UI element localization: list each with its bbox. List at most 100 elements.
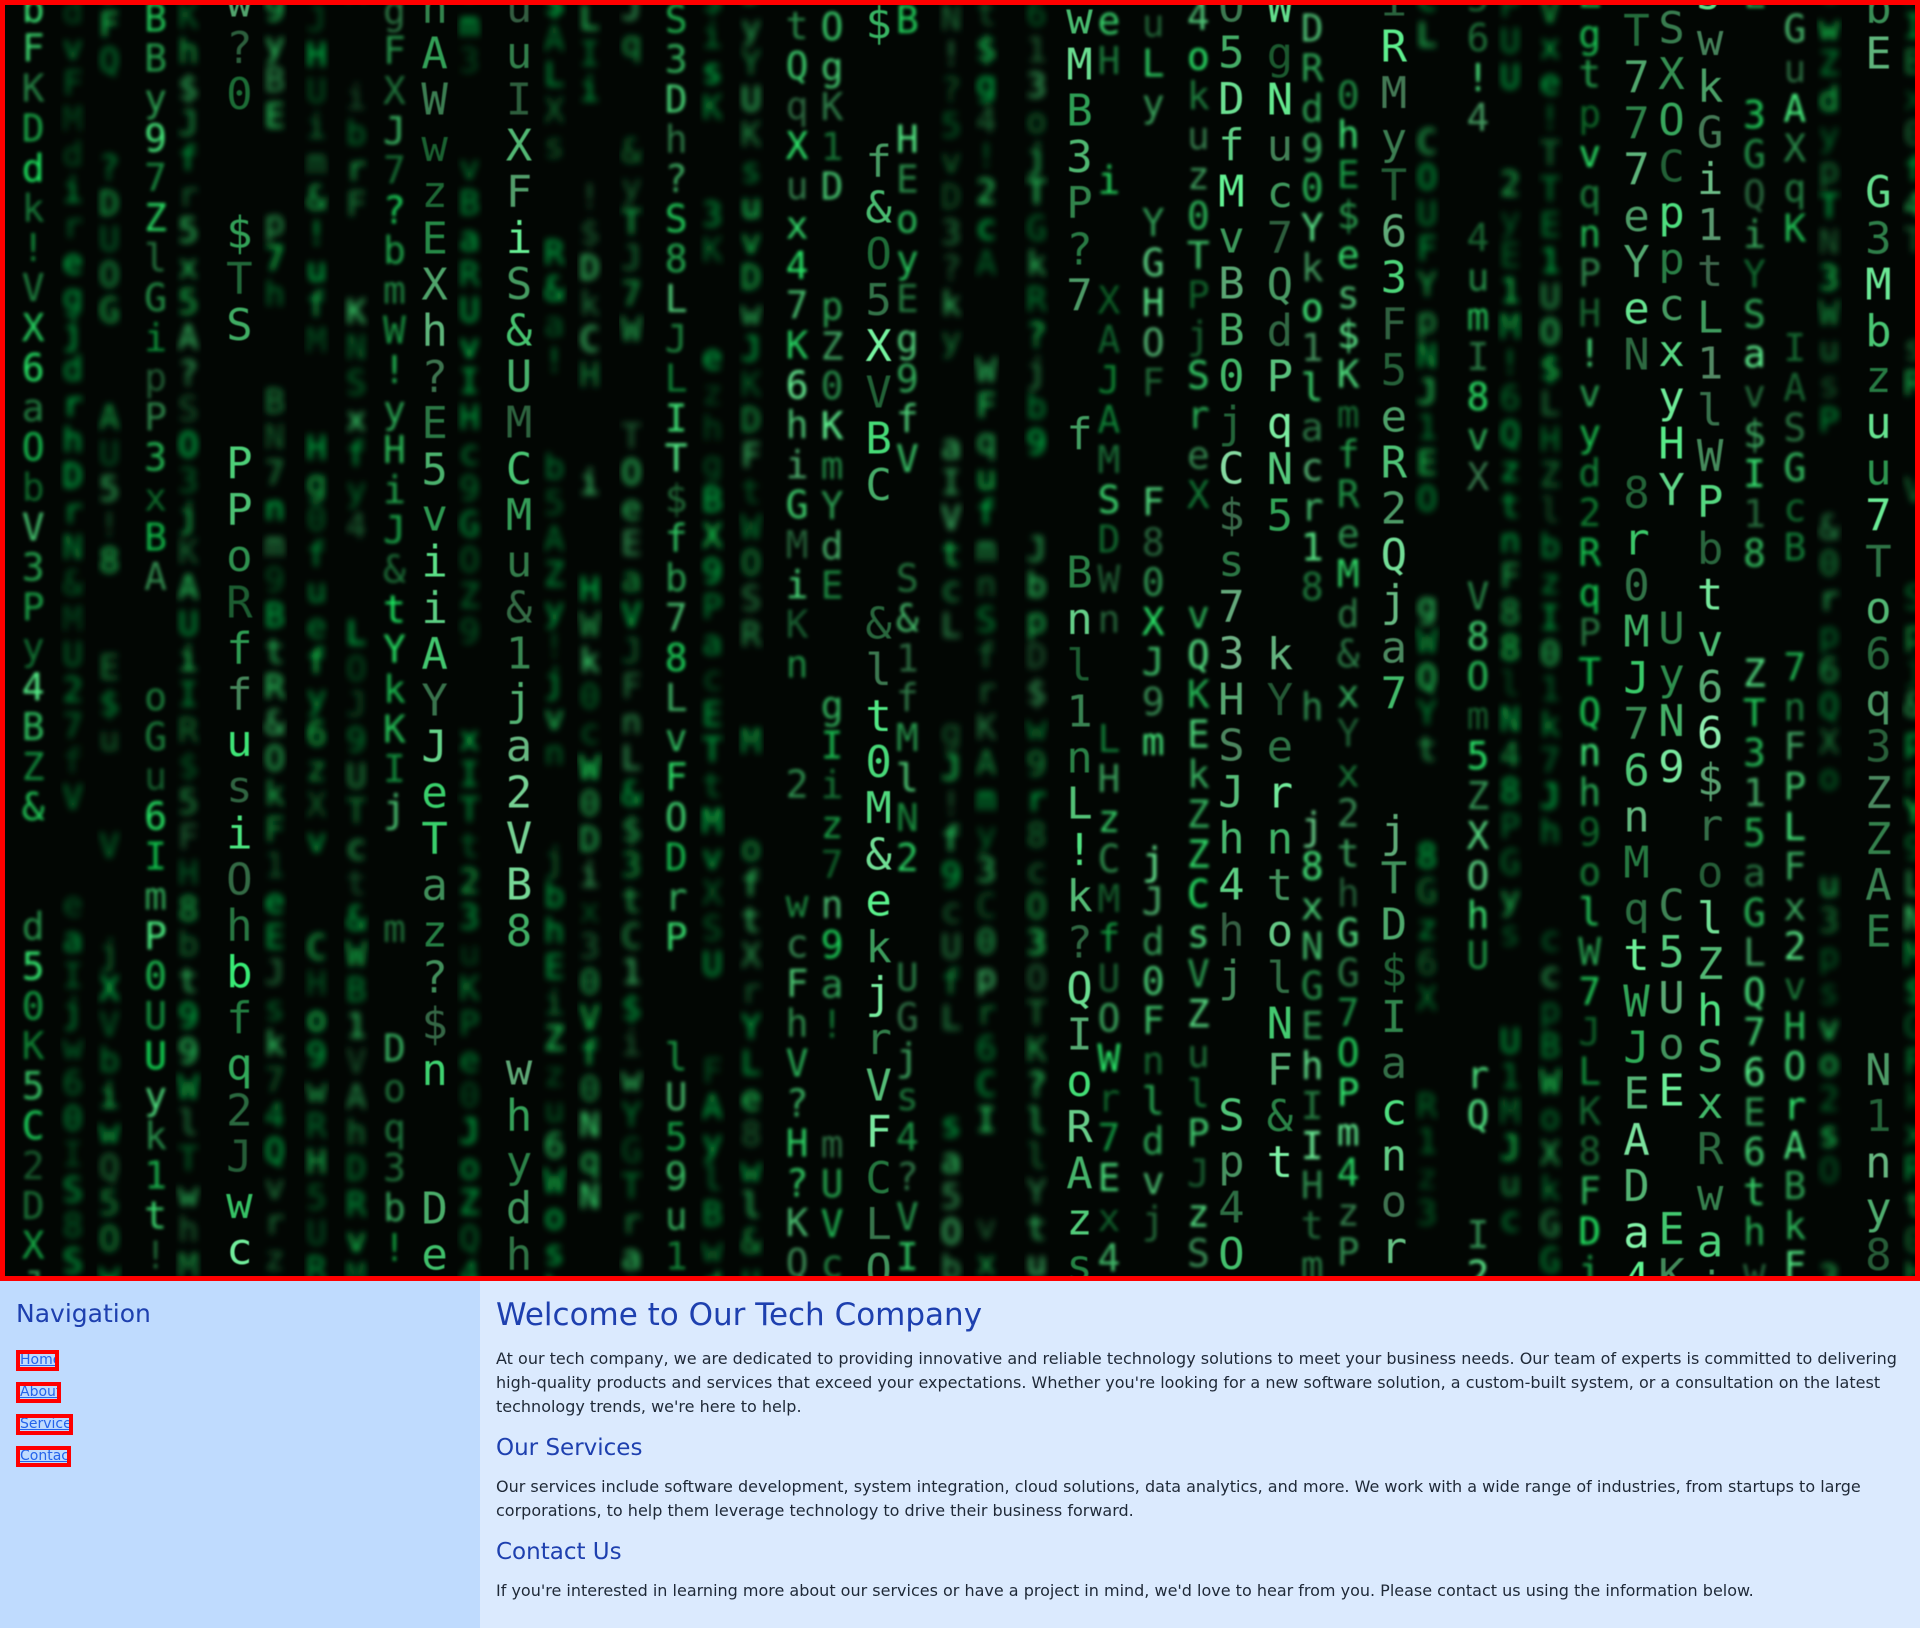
- svg-text:y: y: [306, 678, 326, 718]
- svg-text:h: h: [786, 403, 809, 447]
- svg-text:W: W: [383, 308, 406, 352]
- svg-text:q: q: [976, 422, 996, 462]
- svg-text:N: N: [1658, 696, 1685, 747]
- svg-text:y: y: [896, 237, 919, 281]
- svg-text:f: f: [226, 670, 253, 721]
- svg-text:t: t: [144, 1194, 167, 1238]
- svg-text:u: u: [1865, 398, 1892, 449]
- svg-text:6: 6: [1417, 944, 1437, 984]
- svg-text:J: J: [1098, 358, 1121, 402]
- svg-text:?: ?: [421, 352, 448, 403]
- svg-text:g: g: [941, 713, 961, 753]
- svg-text:o: o: [226, 531, 253, 582]
- svg-text:t: t: [1697, 246, 1724, 297]
- svg-text:l: l: [1578, 890, 1601, 934]
- svg-text:m: m: [976, 529, 996, 569]
- svg-text:I: I: [1783, 326, 1806, 370]
- nav-link-about[interactable]: About: [16, 1382, 61, 1403]
- svg-text:&: &: [865, 829, 892, 880]
- nav-link-services[interactable]: Services: [16, 1414, 73, 1435]
- svg-text:d: d: [1337, 592, 1360, 636]
- svg-text:7: 7: [144, 156, 167, 200]
- svg-text:S: S: [346, 364, 366, 404]
- svg-text:k: k: [22, 186, 45, 230]
- svg-text:z: z: [1417, 908, 1437, 948]
- svg-text:b: b: [544, 1269, 564, 1276]
- svg-text:z: z: [821, 803, 844, 847]
- svg-text:4: 4: [264, 1096, 284, 1136]
- svg-text:v: v: [741, 222, 761, 262]
- svg-text:7: 7: [621, 274, 641, 314]
- svg-text:W: W: [976, 351, 997, 391]
- svg-text:X: X: [1467, 455, 1490, 499]
- svg-text:s: s: [1337, 1270, 1360, 1276]
- svg-text:m: m: [1337, 393, 1360, 437]
- svg-text:c: c: [1500, 1200, 1520, 1240]
- svg-text:Q: Q: [1467, 1093, 1490, 1137]
- svg-text:w: w: [1026, 709, 1047, 749]
- svg-text:y: y: [264, 25, 284, 65]
- svg-text:m: m: [383, 268, 406, 312]
- svg-text:V: V: [22, 266, 45, 310]
- svg-text:O: O: [1098, 997, 1121, 1041]
- svg-text:i: i: [702, 17, 722, 57]
- nav-link-home[interactable]: Home: [16, 1350, 59, 1371]
- svg-text:Y: Y: [1417, 694, 1437, 734]
- svg-text:s: s: [1819, 1115, 1839, 1155]
- svg-text:C: C: [1218, 444, 1245, 495]
- svg-text:n: n: [1578, 731, 1601, 775]
- svg-text:e: e: [621, 489, 641, 529]
- svg-text:K: K: [741, 115, 762, 155]
- svg-text:V: V: [346, 1042, 366, 1082]
- svg-text:2: 2: [1337, 792, 1360, 836]
- svg-text:Q: Q: [1819, 687, 1839, 727]
- svg-text:4: 4: [1623, 1254, 1650, 1277]
- svg-text:f: f: [1098, 917, 1121, 961]
- svg-text:I: I: [1381, 992, 1408, 1043]
- svg-text:N: N: [1267, 999, 1294, 1050]
- svg-text:q: q: [1623, 884, 1650, 935]
- svg-text:y: y: [741, 8, 761, 48]
- svg-text:3: 3: [976, 851, 996, 891]
- svg-text:t: t: [702, 766, 722, 806]
- svg-text:3: 3: [896, 1275, 919, 1276]
- svg-text:f: f: [226, 993, 253, 1044]
- svg-text:8: 8: [741, 1115, 761, 1155]
- svg-text:K: K: [1026, 1030, 1047, 1070]
- svg-text:D: D: [22, 107, 45, 151]
- svg-text:6: 6: [306, 714, 326, 754]
- svg-text:n: n: [421, 1045, 448, 1096]
- svg-text:e: e: [702, 338, 722, 378]
- svg-text:z: z: [1417, 1158, 1437, 1198]
- svg-text:k: k: [1066, 871, 1093, 922]
- svg-text:O: O: [264, 739, 284, 779]
- svg-text:h: h: [1697, 985, 1724, 1036]
- svg-text:G: G: [1301, 964, 1324, 1008]
- nav-link-contact[interactable]: Contact: [16, 1446, 71, 1467]
- svg-text:1: 1: [621, 953, 641, 993]
- svg-text:q: q: [1783, 167, 1806, 211]
- svg-text:a: a: [1381, 1038, 1408, 1089]
- svg-text:W: W: [1623, 976, 1650, 1027]
- svg-text:L: L: [346, 614, 366, 654]
- svg-text:F: F: [99, 6, 119, 46]
- svg-text:y: y: [1500, 200, 1520, 240]
- svg-text:Y: Y: [383, 628, 406, 672]
- svg-text:f: f: [1218, 120, 1245, 171]
- svg-text:0: 0: [1819, 544, 1839, 584]
- svg-text:H: H: [786, 1121, 809, 1165]
- svg-text:R: R: [264, 668, 285, 708]
- svg-text:&: &: [383, 548, 406, 592]
- svg-text:s: s: [896, 1075, 919, 1119]
- svg-text:Q: Q: [1743, 971, 1766, 1015]
- svg-text:J: J: [665, 317, 688, 361]
- svg-text:k: k: [264, 775, 284, 815]
- svg-text:6: 6: [1743, 1130, 1766, 1174]
- svg-text:f: f: [306, 643, 326, 683]
- svg-text:M: M: [1337, 552, 1360, 596]
- svg-text:k: k: [264, 1025, 284, 1065]
- svg-text:6: 6: [1381, 207, 1408, 258]
- svg-text:S: S: [1218, 721, 1245, 772]
- svg-text:!: !: [1540, 99, 1560, 139]
- svg-text:j: j: [99, 934, 119, 974]
